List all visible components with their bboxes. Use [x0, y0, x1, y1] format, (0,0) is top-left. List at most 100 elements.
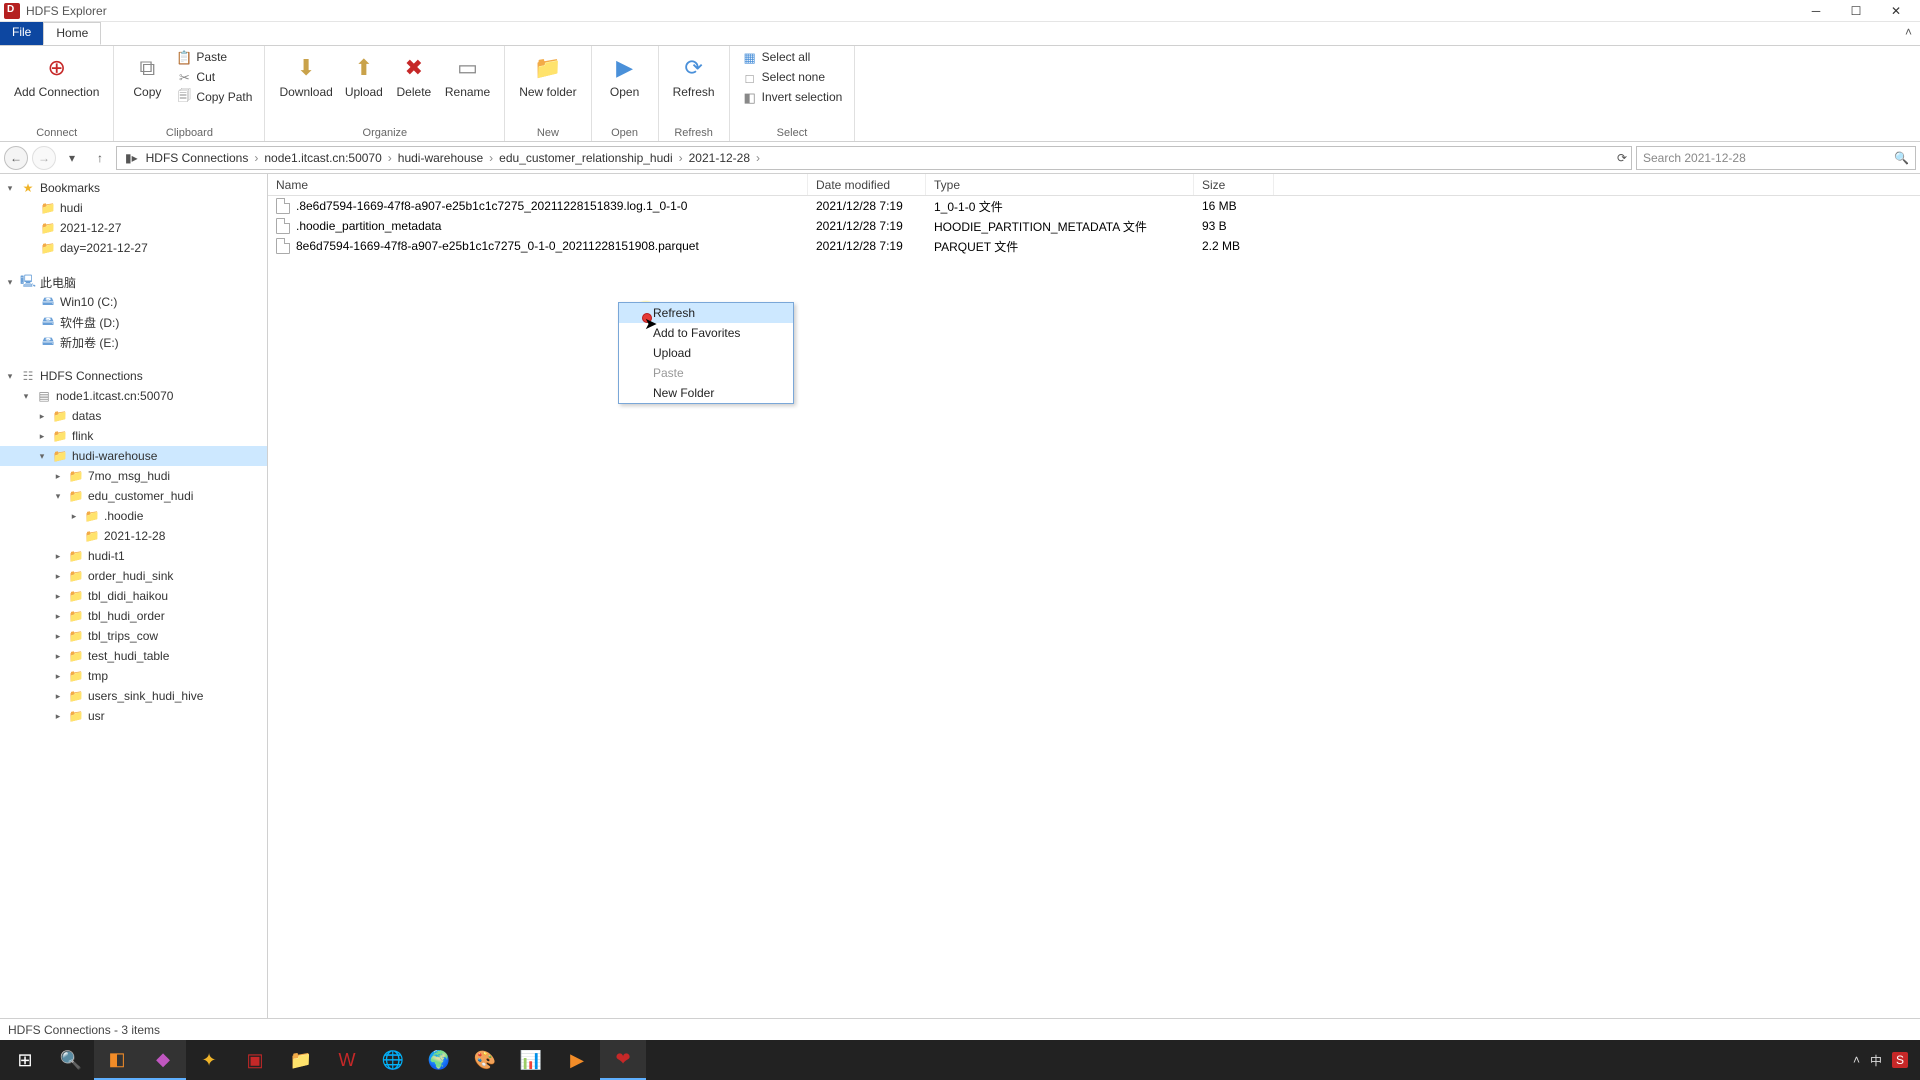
cut-button[interactable]: ✂ Cut [172, 68, 256, 88]
tree-item[interactable]: ▸📁tbl_didi_haikou [0, 586, 267, 606]
taskbar-app[interactable]: ❤ [600, 1040, 646, 1080]
select-none-button[interactable]: □Select none [738, 68, 847, 88]
tree-item[interactable]: 🖴新加卷 (E:) [0, 332, 267, 352]
tree-item[interactable]: ▸📁tbl_hudi_order [0, 606, 267, 626]
copy-button[interactable]: ⧉ Copy [122, 48, 172, 103]
nav-back-button[interactable]: ← [4, 146, 28, 170]
paste-button[interactable]: 📋 Paste [172, 48, 256, 68]
nav-history-button[interactable]: ▾ [60, 146, 84, 170]
breadcrumb-seg[interactable]: edu_customer_relationship_hudi [495, 151, 676, 165]
taskbar-app[interactable]: ▣ [232, 1040, 278, 1080]
open-button[interactable]: ▶Open [600, 48, 650, 103]
breadcrumb-seg[interactable]: HDFS Connections [142, 151, 253, 165]
tree-item[interactable]: ▸📁datas [0, 406, 267, 426]
open-icon: ▶ [609, 52, 641, 84]
delete-button[interactable]: ✖Delete [389, 48, 439, 103]
tab-home[interactable]: Home [43, 22, 101, 45]
tree-item[interactable]: 📁2021-12-27 [0, 218, 267, 238]
tree-item[interactable]: ▸📁tmp [0, 666, 267, 686]
start-button[interactable]: ⊞ [2, 1040, 48, 1080]
address-refresh-button[interactable]: ⟳ [1617, 151, 1627, 165]
tree-item[interactable]: ▸📁7mo_msg_hudi [0, 466, 267, 486]
tree-item[interactable]: 📁2021-12-28 [0, 526, 267, 546]
tree-item[interactable]: ▸📁order_hudi_sink [0, 566, 267, 586]
tree-item[interactable]: 📁day=2021-12-27 [0, 238, 267, 258]
table-row[interactable]: .8e6d7594-1669-47f8-a907-e25b1c1c7275_20… [268, 196, 1920, 216]
rename-button[interactable]: ▭Rename [439, 48, 496, 103]
tree-label: order_hudi_sink [88, 569, 173, 583]
taskbar-app[interactable]: W [324, 1040, 370, 1080]
tree-item[interactable]: 🖴Win10 (C:) [0, 292, 267, 312]
taskbar-search[interactable]: 🔍 [48, 1040, 94, 1080]
select-all-button[interactable]: ▦Select all [738, 48, 847, 68]
tree-item[interactable]: 📁hudi [0, 198, 267, 218]
taskbar-app[interactable]: ▶ [554, 1040, 600, 1080]
taskbar-app[interactable]: 🌍 [416, 1040, 462, 1080]
col-date[interactable]: Date modified [808, 174, 926, 195]
col-type[interactable]: Type [926, 174, 1194, 195]
tree-hdfs-connections[interactable]: ▾☷HDFS Connections [0, 366, 267, 386]
select-all-icon: ▦ [742, 50, 758, 66]
refresh-button[interactable]: ⟳Refresh [667, 48, 721, 103]
file-list-pane[interactable]: Name Date modified Type Size .8e6d7594-1… [268, 174, 1920, 1018]
menubar: File Home ˄ [0, 22, 1920, 46]
nav-up-button[interactable]: ↑ [88, 146, 112, 170]
invert-selection-button[interactable]: ◧Invert selection [738, 88, 847, 108]
add-connection-button[interactable]: ⊕ Add Connection [8, 48, 105, 103]
tree-label: usr [88, 709, 105, 723]
new-folder-button[interactable]: 📁New folder [513, 48, 582, 103]
context-upload[interactable]: Upload [619, 343, 793, 363]
context-new-folder[interactable]: New Folder [619, 383, 793, 403]
taskbar-app[interactable]: ◧ [94, 1040, 140, 1080]
col-name[interactable]: Name [268, 174, 808, 195]
taskbar-app[interactable]: ✦ [186, 1040, 232, 1080]
breadcrumb-seg[interactable]: node1.itcast.cn:50070 [260, 151, 385, 165]
upload-button[interactable]: ⬆Upload [339, 48, 389, 103]
tree-bookmarks[interactable]: ▾★Bookmarks [0, 178, 267, 198]
breadcrumb-root-icon[interactable]: ▮▸ [121, 151, 142, 165]
copy-path-button[interactable]: 🗐 Copy Path [172, 88, 256, 108]
file-type: 1_0-1-0 文件 [926, 198, 1194, 215]
tree-item[interactable]: ▸📁tbl_trips_cow [0, 626, 267, 646]
close-button[interactable]: ✕ [1876, 1, 1916, 21]
collapse-ribbon-button[interactable]: ˄ [1897, 22, 1920, 45]
tab-file[interactable]: File [0, 22, 43, 45]
minimize-button[interactable]: ─ [1796, 1, 1836, 21]
search-box[interactable]: 🔍 [1636, 146, 1916, 170]
tree-item[interactable]: ▾📁edu_customer_hudi [0, 486, 267, 506]
system-tray[interactable]: ˄ 中 S [1843, 1052, 1918, 1069]
sidebar-tree[interactable]: ▾★Bookmarks 📁hudi 📁2021-12-27 📁day=2021-… [0, 174, 268, 1018]
tree-item[interactable]: ▸📁flink [0, 426, 267, 446]
ime-indicator[interactable]: S [1892, 1052, 1908, 1068]
taskbar-app[interactable]: ◆ [140, 1040, 186, 1080]
tree-item[interactable]: ▸📁.hoodie [0, 506, 267, 526]
ribbon-group-refresh: ⟳Refresh Refresh [659, 46, 730, 141]
table-row[interactable]: .hoodie_partition_metadata2021/12/28 7:1… [268, 216, 1920, 236]
tree-item[interactable]: ▸📁hudi-t1 [0, 546, 267, 566]
tree-item[interactable]: ▸📁usr [0, 706, 267, 726]
tree-computer[interactable]: ▾🖳此电脑 [0, 272, 267, 292]
col-size[interactable]: Size [1194, 174, 1274, 195]
maximize-button[interactable]: ☐ [1836, 1, 1876, 21]
tray-chevron-icon[interactable]: ˄ [1853, 1053, 1860, 1067]
taskbar-app[interactable]: 🌐 [370, 1040, 416, 1080]
download-button[interactable]: ⬇Download [273, 48, 338, 103]
tree-item[interactable]: ▸📁test_hudi_table [0, 646, 267, 666]
ime-indicator[interactable]: 中 [1870, 1052, 1882, 1069]
breadcrumb-seg[interactable]: hudi-warehouse [394, 151, 487, 165]
tree-item-hudi-warehouse[interactable]: ▾📁hudi-warehouse [0, 446, 267, 466]
context-add-favorites[interactable]: Add to Favorites [619, 323, 793, 343]
taskbar-app[interactable]: 🎨 [462, 1040, 508, 1080]
taskbar-app[interactable]: 📁 [278, 1040, 324, 1080]
nav-forward-button[interactable]: → [32, 146, 56, 170]
breadcrumb[interactable]: ▮▸ HDFS Connections› node1.itcast.cn:500… [116, 146, 1632, 170]
taskbar-app[interactable]: 📊 [508, 1040, 554, 1080]
table-row[interactable]: 8e6d7594-1669-47f8-a907-e25b1c1c7275_0-1… [268, 236, 1920, 256]
tree-item[interactable]: 🖴软件盘 (D:) [0, 312, 267, 332]
breadcrumb-seg[interactable]: 2021-12-28 [685, 151, 754, 165]
tree-node[interactable]: ▾▤node1.itcast.cn:50070 [0, 386, 267, 406]
tree-item[interactable]: ▸📁users_sink_hudi_hive [0, 686, 267, 706]
ribbon-group-label: Refresh [667, 125, 721, 141]
search-input[interactable] [1643, 151, 1894, 165]
ribbon-group-clipboard: ⧉ Copy 📋 Paste ✂ Cut 🗐 Copy Path Clipboa… [114, 46, 265, 141]
